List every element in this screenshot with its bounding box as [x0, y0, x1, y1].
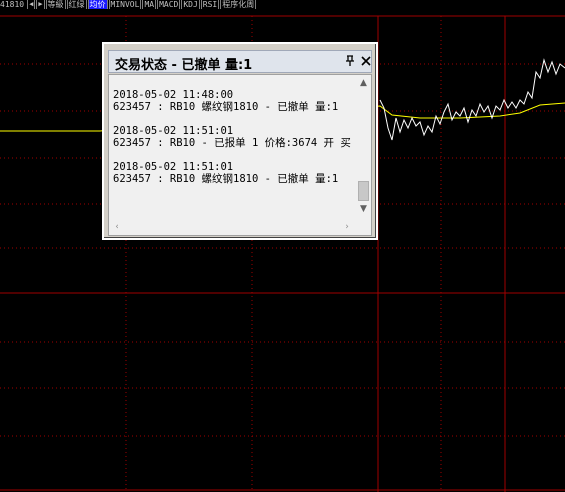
trade-log[interactable]: 2018-05-02 11:48:00 623457 : RB10 螺纹钢1810… — [108, 74, 372, 236]
close-icon[interactable] — [359, 53, 373, 69]
log-entry-time: 2018-05-02 11:48:00 — [113, 89, 234, 101]
log-entry-text: 623457 : RB10 螺纹钢1810 - 已撤单 量:1 — [113, 173, 339, 185]
toolbar-item[interactable]: 等級 — [45, 0, 66, 9]
dialog-titlebar[interactable]: 交易状态 - 已撤单 量:1 — [108, 50, 372, 73]
trade-status-dialog: 交易状态 - 已撤单 量:1 2018-05-02 11:48:00 623457… — [102, 42, 378, 240]
log-entry-time: 2018-05-02 11:51:01 — [113, 161, 234, 173]
scroll-left-icon[interactable]: ‹ — [111, 220, 123, 235]
toolbar-item[interactable]: MA — [142, 0, 157, 9]
indicator-toolbar: 41810 ◀ ▶ 等級 红绿 均价 MINVOL MA MACD KDJ RSI 程序化周 — [0, 0, 565, 9]
dialog-title: 交易状态 - 已撤单 量:1 — [115, 58, 253, 73]
vertical-scrollbar[interactable]: ▲ ▼ — [356, 75, 371, 215]
price-line — [379, 58, 565, 141]
scroll-right-icon[interactable]: ▶ — [36, 0, 45, 9]
horizontal-scrollbar[interactable]: ‹ › — [109, 220, 358, 235]
scroll-right-icon[interactable]: › — [341, 220, 353, 235]
pin-icon[interactable] — [343, 54, 357, 68]
log-entry: 2018-05-02 11:51:01 623457 : RB10 - 已报单 1… — [113, 125, 355, 149]
toolbar-item[interactable]: MINVOL — [108, 0, 142, 9]
contract-code: 41810 — [0, 0, 25, 9]
log-entry-text: 623457 : RB10 - 已报单 1 价格:3674 开 买 — [113, 137, 351, 149]
scroll-up-icon[interactable]: ▲ — [356, 77, 371, 89]
toolbar-item[interactable]: KDJ — [181, 0, 200, 9]
toolbar-item[interactable]: RSI — [200, 0, 220, 9]
scrollbar-thumb[interactable] — [358, 181, 369, 201]
scroll-left-icon[interactable]: ◀ — [27, 0, 36, 9]
log-entry: 2018-05-02 11:51:01 623457 : RB10 螺纹钢1810… — [113, 161, 355, 185]
scroll-down-icon[interactable]: ▼ — [356, 203, 371, 215]
toolbar-item[interactable]: 均价 — [87, 0, 108, 9]
trade-log-content: 2018-05-02 11:48:00 623457 : RB10 螺纹钢1810… — [113, 89, 355, 197]
log-entry-text: 623457 : RB10 螺纹钢1810 - 已撤单 量:1 — [113, 101, 339, 113]
toolbar-item[interactable]: 程序化周 — [220, 0, 257, 9]
log-entry: 2018-05-02 11:48:00 623457 : RB10 螺纹钢1810… — [113, 89, 355, 113]
toolbar-item[interactable]: 红绿 — [66, 0, 87, 9]
log-entry-time: 2018-05-02 11:51:01 — [113, 125, 234, 137]
toolbar-item[interactable]: MACD — [157, 0, 181, 9]
